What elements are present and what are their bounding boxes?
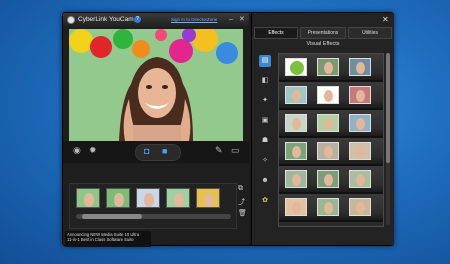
effect-thumbnail[interactable] (349, 170, 371, 188)
section-title: Visual Effects (306, 41, 340, 47)
particle-icon[interactable]: ✦ (259, 95, 271, 107)
effects-panel: ✕ Effects Presentations Utilities Visual… (251, 13, 394, 245)
effect-thumbnail[interactable] (285, 198, 307, 216)
avatar-icon[interactable]: ✿ (259, 195, 271, 207)
effect-thumbnail[interactable] (317, 170, 339, 188)
effects-row (279, 110, 383, 138)
effect-thumbnail[interactable] (285, 114, 307, 132)
share-icon[interactable]: ⤴ (238, 197, 245, 207)
scene-icon[interactable]: ▤ (259, 55, 271, 67)
preview-toolbar: ◉ ✹ ◘ ■ ✎ ▭ (63, 141, 249, 163)
tab-presentations[interactable]: Presentations (300, 27, 346, 39)
brush-icon[interactable]: ✎ (215, 145, 223, 156)
effects-scrollbar-thumb[interactable] (386, 53, 390, 163)
media-thumbnail[interactable] (106, 188, 130, 208)
captured-media-strip (69, 183, 237, 229)
frame-icon[interactable]: ▣ (259, 115, 271, 127)
media-scrollbar[interactable] (76, 214, 231, 219)
media-thumbnail[interactable] (196, 188, 220, 208)
youcam-logo-icon (67, 16, 75, 24)
filter-icon[interactable]: ◧ (259, 75, 271, 87)
effect-thumbnail[interactable] (285, 86, 307, 104)
media-thumbnail[interactable] (76, 188, 100, 208)
close-button[interactable]: ✕ (239, 15, 245, 24)
effect-thumbnail[interactable] (349, 114, 371, 132)
effect-thumbnail[interactable] (349, 198, 371, 216)
effect-thumbnail[interactable] (349, 86, 371, 104)
fullscreen-icon[interactable]: ▭ (231, 145, 240, 156)
effects-row (279, 194, 383, 222)
gadget-icon[interactable]: ☻ (259, 175, 271, 187)
tab-utilities[interactable]: Utilities (348, 27, 392, 39)
effect-thumbnail[interactable] (317, 86, 339, 104)
effect-thumbnail[interactable] (285, 58, 307, 76)
copy-icon[interactable]: ⧉ (238, 185, 243, 193)
panel-close-button[interactable]: ✕ (382, 15, 389, 24)
effect-thumbnail[interactable] (317, 198, 339, 216)
youcam-window: CyberLink YouCam ? Sign In to DirectorZo… (62, 12, 394, 247)
help-button[interactable]: ? (134, 16, 141, 23)
promo-banner[interactable]: Announcing NEW Media Suite 10 Ultra 11-i… (65, 231, 151, 247)
media-scrollbar-thumb[interactable] (82, 214, 142, 219)
camera-icon[interactable]: ◘ (144, 146, 149, 156)
main-view: CyberLink YouCam ? Sign In to DirectorZo… (63, 13, 249, 247)
camera-preview (69, 29, 243, 141)
effects-row (279, 54, 383, 82)
gear-icon[interactable]: ✹ (89, 145, 97, 156)
tab-effects[interactable]: Effects (254, 27, 298, 39)
eye-icon[interactable]: ◉ (73, 145, 81, 156)
effect-thumbnail[interactable] (349, 58, 371, 76)
effect-thumbnail[interactable] (317, 114, 339, 132)
effects-row (279, 138, 383, 166)
media-thumbnail[interactable] (166, 188, 190, 208)
effects-row (279, 166, 383, 194)
promo-line-2: 11-in-1 Best in Class Software Suite (67, 237, 134, 242)
preview-image (69, 29, 243, 141)
media-thumbnail[interactable] (136, 188, 160, 208)
effect-category-bar: ▤ ◧ ✦ ▣ ☗ ✧ ☻ ✿ (257, 53, 273, 223)
effects-grid (278, 53, 384, 227)
effects-row (279, 82, 383, 110)
signin-link[interactable]: Sign In to DirectorZone (171, 17, 217, 22)
app-title: CyberLink YouCam (78, 16, 134, 23)
emotion-icon[interactable]: ✧ (259, 155, 271, 167)
effect-thumbnail[interactable] (349, 142, 371, 160)
minimize-button[interactable]: – (229, 15, 233, 24)
effects-scrollbar[interactable] (386, 53, 390, 225)
effect-thumbnail[interactable] (285, 170, 307, 188)
panel-tabs: Effects Presentations Utilities (252, 27, 394, 39)
video-icon[interactable]: ■ (162, 146, 167, 156)
capture-controls: ◘ ■ (135, 144, 181, 161)
trash-icon[interactable]: 🗑 (238, 209, 247, 217)
effect-thumbnail[interactable] (317, 58, 339, 76)
effect-thumbnail[interactable] (317, 142, 339, 160)
title-bar: CyberLink YouCam ? Sign In to DirectorZo… (63, 13, 249, 27)
distortion-icon[interactable]: ☗ (259, 135, 271, 147)
effect-thumbnail[interactable] (285, 142, 307, 160)
